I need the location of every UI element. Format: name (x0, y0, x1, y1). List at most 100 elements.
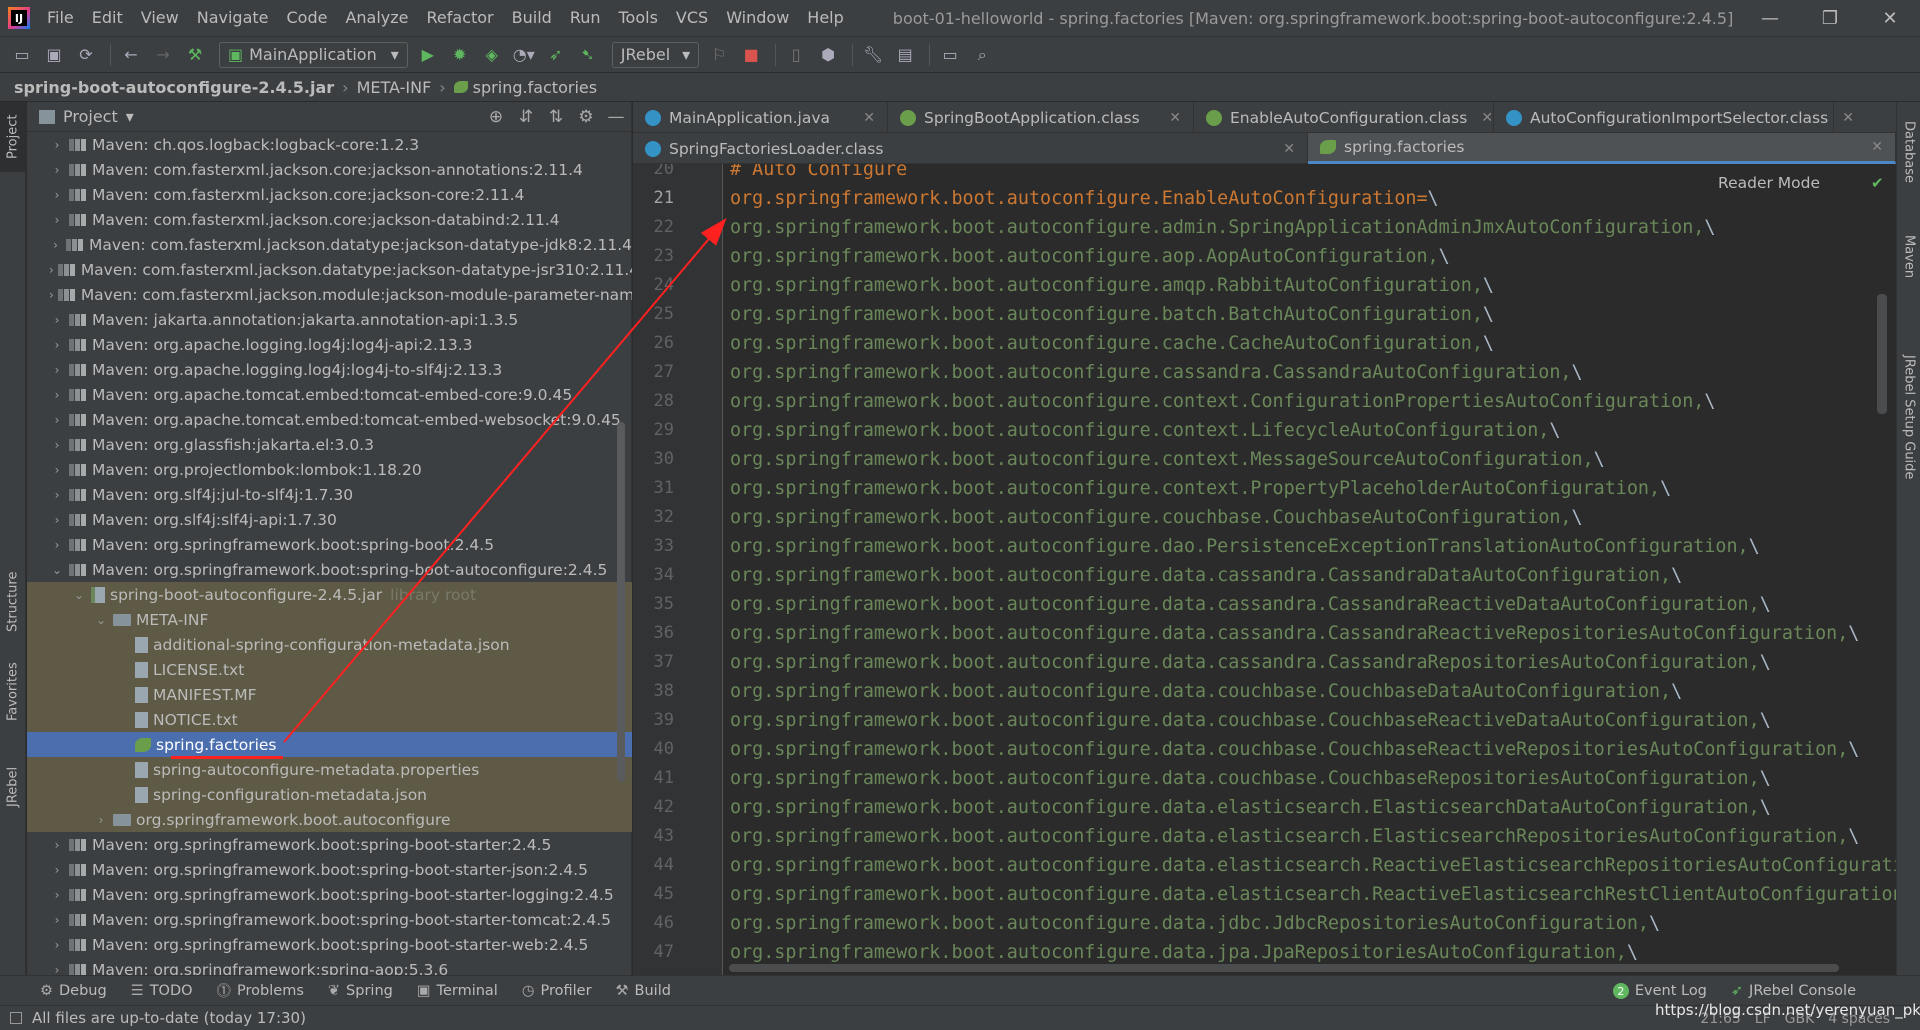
chevron-right-icon[interactable]: › (49, 863, 65, 877)
tree-row[interactable]: › Maven: org.springframework:spring-aop:5… (27, 957, 632, 975)
close-icon[interactable]: ✕ (1857, 139, 1883, 155)
build-hammer-icon[interactable]: ⚒ (181, 41, 209, 69)
chevron-down-icon[interactable]: ⌄ (49, 563, 65, 577)
tool-window-problems[interactable]: ⓵ Problems (217, 980, 304, 1001)
chevron-right-icon[interactable]: › (49, 338, 65, 352)
project-stripe-tab[interactable]: Project (0, 102, 26, 172)
tree-row[interactable]: › Maven: org.springframework.boot:spring-… (27, 832, 632, 857)
save-all-icon[interactable]: ▣ (40, 41, 68, 69)
tree-row[interactable]: › Maven: com.fasterxml.jackson.core:jacks… (27, 207, 632, 232)
menu-item-refactor[interactable]: Refactor (418, 0, 503, 36)
back-icon[interactable]: ← (117, 41, 145, 69)
editor-tab[interactable]: EnableAutoConfiguration.class ✕ (1194, 102, 1494, 133)
chevron-right-icon[interactable]: › (49, 213, 65, 227)
tree-row[interactable]: › Maven: org.springframework.boot:spring-… (27, 932, 632, 957)
breadcrumb-jar[interactable]: spring-boot-autoconfigure-2.4.5.jar (14, 78, 334, 97)
profile-icon[interactable]: ◔▾ (510, 41, 538, 69)
run-icon[interactable]: ▶ (414, 41, 442, 69)
chevron-right-icon[interactable]: › (49, 138, 65, 152)
chevron-down-icon[interactable]: ▾ (126, 107, 134, 126)
tree-row[interactable]: › Maven: org.apache.logging.log4j:log4j-t… (27, 357, 632, 382)
tree-row[interactable]: › Maven: org.projectlombok:lombok:1.18.20 (27, 457, 632, 482)
chevron-right-icon[interactable]: › (49, 488, 65, 502)
menu-item-navigate[interactable]: Navigate (188, 0, 278, 36)
tree-row[interactable]: NOTICE.txt (27, 707, 632, 732)
sync-icon[interactable]: ⟳ (72, 41, 100, 69)
run-config-select[interactable]: ▣ MainApplication ▾ (219, 41, 408, 68)
editor-vertical-scrollbar[interactable] (1877, 294, 1887, 414)
presentation-icon[interactable]: ▭ (936, 41, 964, 69)
favorites-stripe-tab[interactable]: Favorites (0, 652, 26, 732)
editor-tab[interactable]: SpringFactoriesLoader.class ✕ (633, 133, 1308, 164)
coverage-icon[interactable]: ◈ (478, 41, 506, 69)
close-icon[interactable]: ✕ (1269, 141, 1295, 157)
tree-scrollbar[interactable] (617, 422, 625, 782)
tree-row[interactable]: ⌄ META-INF (27, 607, 632, 632)
project-structure-icon[interactable]: ▤ (891, 41, 919, 69)
minimize-button[interactable]: — (1740, 0, 1800, 36)
tree-row[interactable]: MANIFEST.MF (27, 682, 632, 707)
tree-row[interactable]: › Maven: org.slf4j:slf4j-api:1.7.30 (27, 507, 632, 532)
chevron-right-icon[interactable]: › (49, 263, 54, 277)
chevron-right-icon[interactable]: › (49, 938, 65, 952)
tree-row[interactable]: › Maven: org.apache.logging.log4j:log4j-a… (27, 332, 632, 357)
chevron-down-icon[interactable]: ⌄ (71, 588, 87, 602)
jrebel-select[interactable]: JRebel ▾ (611, 41, 700, 68)
close-window-button[interactable]: ✕ (1860, 0, 1920, 36)
jrebel-setup-stripe-tab[interactable]: JRebel Setup Guide (1897, 332, 1920, 502)
chevron-right-icon[interactable]: › (49, 363, 65, 377)
tree-row[interactable]: › Maven: org.springframework.boot:spring-… (27, 857, 632, 882)
open-folder-icon[interactable]: ▭ (8, 41, 36, 69)
tree-row[interactable]: › Maven: com.fasterxml.jackson.core:jacks… (27, 157, 632, 182)
tree-row[interactable]: › Maven: org.springframework.boot:spring-… (27, 882, 632, 907)
close-icon[interactable]: ✕ (1828, 110, 1854, 126)
gear-icon[interactable]: ⚙ (571, 107, 601, 127)
tool-window-debug[interactable]: ⚙ Debug (40, 983, 107, 999)
tree-row[interactable]: spring-autoconfigure-metadata.properties (27, 757, 632, 782)
menu-item-build[interactable]: Build (503, 0, 561, 36)
menu-item-analyze[interactable]: Analyze (336, 0, 417, 36)
device-icon[interactable]: ▯ (782, 41, 810, 69)
expand-all-icon[interactable]: ⇵ (511, 107, 541, 127)
tree-row[interactable]: › Maven: org.apache.tomcat.embed:tomcat-e… (27, 407, 632, 432)
project-title[interactable]: Project (63, 107, 118, 126)
chevron-right-icon[interactable]: › (49, 513, 65, 527)
settings-wrench-icon[interactable]: 🔧︎ (859, 41, 887, 69)
menu-item-help[interactable]: Help (798, 0, 852, 36)
tree-row[interactable]: › org.springframework.boot.autoconfigure (27, 807, 632, 832)
editor-tab[interactable]: MainApplication.java ✕ (633, 102, 888, 133)
tree-row[interactable]: LICENSE.txt (27, 657, 632, 682)
tree-row[interactable]: › Maven: jakarta.annotation:jakarta.annot… (27, 307, 632, 332)
tree-row[interactable]: › Maven: com.fasterxml.jackson.module:jac… (27, 282, 632, 307)
breadcrumb-meta-inf[interactable]: META-INF (357, 78, 432, 97)
reader-mode-button[interactable]: Reader Mode (1718, 174, 1820, 192)
hide-icon[interactable]: — (601, 107, 631, 127)
chevron-right-icon[interactable]: › (49, 888, 65, 902)
tree-row[interactable]: › Maven: com.fasterxml.jackson.datatype:j… (27, 232, 632, 257)
chevron-right-icon[interactable]: › (93, 813, 109, 827)
event-log-button[interactable]: 2 Event Log (1612, 983, 1707, 999)
chevron-right-icon[interactable]: › (49, 313, 65, 327)
tool-window-profiler[interactable]: ◷ Profiler (522, 983, 592, 999)
tree-row[interactable]: › Maven: org.springframework.boot:spring-… (27, 532, 632, 557)
chevron-right-icon[interactable]: › (49, 838, 65, 852)
editor-tab[interactable]: spring.factories ✕ (1308, 133, 1896, 164)
tree-row[interactable]: ⌄ spring-boot-autoconfigure-2.4.5.jar libr… (27, 582, 632, 607)
status-toggle-icon[interactable] (10, 1012, 22, 1024)
jrebel-console-button[interactable]: ➶ JRebel Console (1731, 983, 1856, 999)
tool-window-build[interactable]: ⚒ Build (616, 983, 671, 999)
chevron-right-icon[interactable]: › (49, 463, 65, 477)
jrebel-debug-icon[interactable]: ➷ (574, 41, 602, 69)
menu-item-vcs[interactable]: VCS (667, 0, 717, 36)
restore-button[interactable]: ❐ (1800, 0, 1860, 36)
chevron-down-icon[interactable]: ⌄ (93, 613, 109, 627)
tree-row[interactable]: › Maven: com.fasterxml.jackson.datatype:j… (27, 257, 632, 282)
editor-tab[interactable]: SpringBootApplication.class ✕ (888, 102, 1194, 133)
tree-row[interactable]: › Maven: org.glassfish:jakarta.el:3.0.3 (27, 432, 632, 457)
menu-item-code[interactable]: Code (278, 0, 337, 36)
menu-item-file[interactable]: File (38, 0, 83, 36)
tool-window-spring[interactable]: ❦ Spring (328, 983, 393, 999)
code-editor[interactable]: 20 21 22 23 24 25 26 27 28 29 30 31 32 33 34 35 36 37 38 39… (633, 164, 1896, 975)
forward-icon[interactable]: → (149, 41, 177, 69)
chevron-right-icon[interactable]: › (49, 538, 65, 552)
